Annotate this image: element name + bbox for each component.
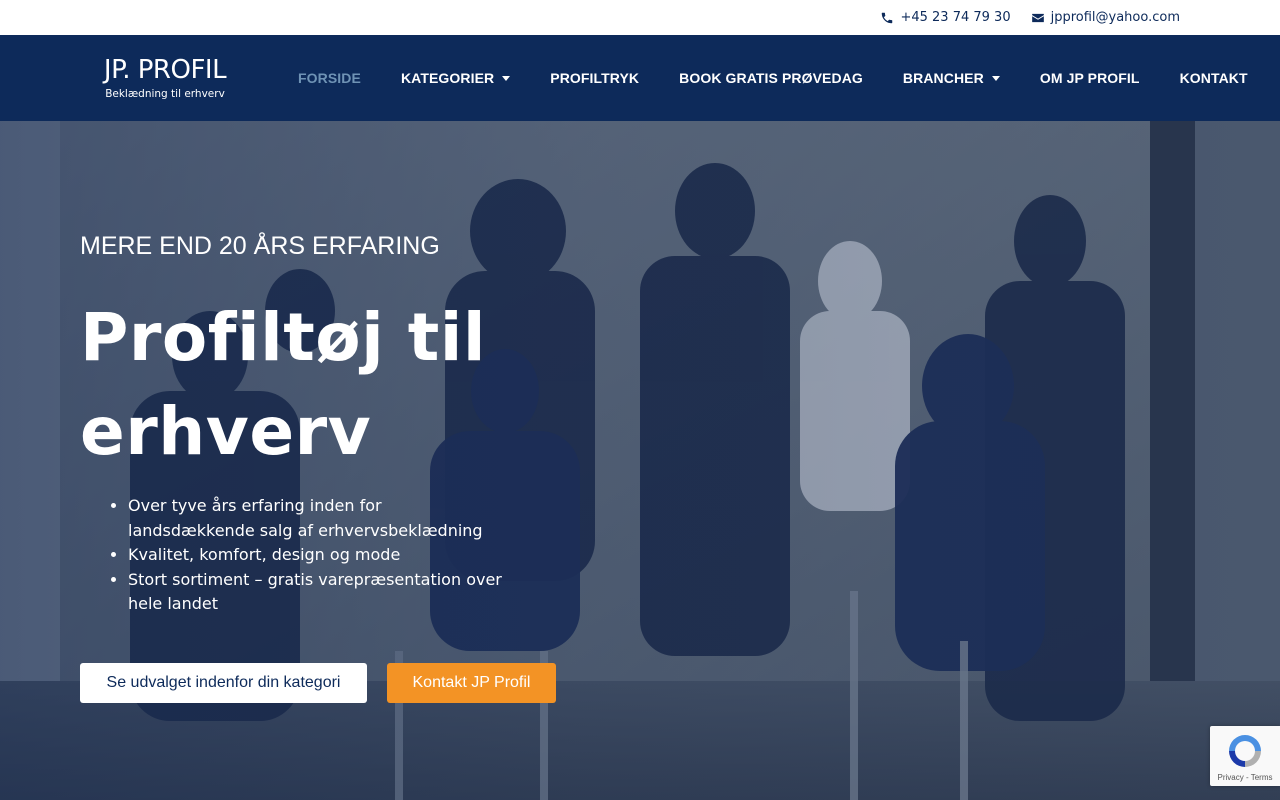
hero-headline: Profiltøj til erhverv <box>80 299 487 470</box>
nav-item-label: BRANCHER <box>902 70 984 86</box>
nav-item-brancher[interactable]: BRANCHER <box>883 70 1020 86</box>
chevron-down-icon <box>502 75 511 81</box>
list-item: Kvalitet, komfort, design og mode <box>128 543 508 568</box>
phone-contact[interactable]: +45 23 74 79 30 <box>880 10 1011 25</box>
nav-menu: FORSIDE KATEGORIER PROFILTRYK BOOK GRATI… <box>278 70 1268 86</box>
hero-eyebrow: MERE END 20 ÅRS ERFARING <box>80 232 440 260</box>
browse-category-button[interactable]: Se udvalget indenfor din kategori <box>80 663 367 703</box>
nav-item-label: BOOK GRATIS PRØVEDAG <box>679 70 863 86</box>
recaptcha-links[interactable]: Privacy - Terms <box>1218 773 1273 782</box>
recaptcha-icon <box>1229 734 1261 767</box>
logo-text: JP. PROFIL <box>103 54 227 85</box>
logo[interactable]: JP. PROFIL Beklædning til erhverv <box>90 57 240 100</box>
main-navigation: JP. PROFIL Beklædning til erhverv FORSID… <box>0 35 1280 121</box>
phone-number[interactable]: +45 23 74 79 30 <box>900 10 1010 25</box>
list-item: Over tyve års erfaring inden for landsdæ… <box>128 494 508 543</box>
list-item: Stort sortiment – gratis varepræsentatio… <box>128 568 508 617</box>
nav-item-label: KONTAKT <box>1179 70 1248 86</box>
nav-item-kategorier[interactable]: KATEGORIER <box>381 70 530 86</box>
envelope-icon <box>1031 13 1044 22</box>
nav-item-forside[interactable]: FORSIDE <box>278 70 381 86</box>
nav-item-label: KATEGORIER <box>400 70 495 86</box>
nav-item-book-gratis-proevedag[interactable]: BOOK GRATIS PRØVEDAG <box>659 70 883 86</box>
phone-icon <box>882 12 893 23</box>
nav-item-om-jp-profil[interactable]: OM JP PROFIL <box>1020 70 1160 86</box>
recaptcha-badge[interactable]: Privacy - Terms <box>1210 726 1280 786</box>
hero-bullet-list: Over tyve års erfaring inden for landsdæ… <box>108 494 508 617</box>
chevron-down-icon <box>991 75 1000 81</box>
nav-item-label: FORSIDE <box>298 70 361 86</box>
nav-item-label: OM JP PROFIL <box>1039 70 1140 86</box>
hero-section: MERE END 20 ÅRS ERFARING Profiltøj til e… <box>0 121 1280 800</box>
nav-item-kontakt[interactable]: KONTAKT <box>1160 70 1268 86</box>
contact-button[interactable]: Kontakt JP Profil <box>387 663 556 703</box>
top-contact-bar: +45 23 74 79 30 jpprofil@yahoo.com <box>0 0 1280 35</box>
email-address[interactable]: jpprofil@yahoo.com <box>1051 10 1180 25</box>
logo-tagline: Beklædning til erhverv <box>105 87 225 100</box>
nav-item-profiltryk[interactable]: PROFILTRYK <box>530 70 659 86</box>
email-contact[interactable]: jpprofil@yahoo.com <box>1031 10 1180 25</box>
nav-item-label: PROFILTRYK <box>550 70 640 86</box>
